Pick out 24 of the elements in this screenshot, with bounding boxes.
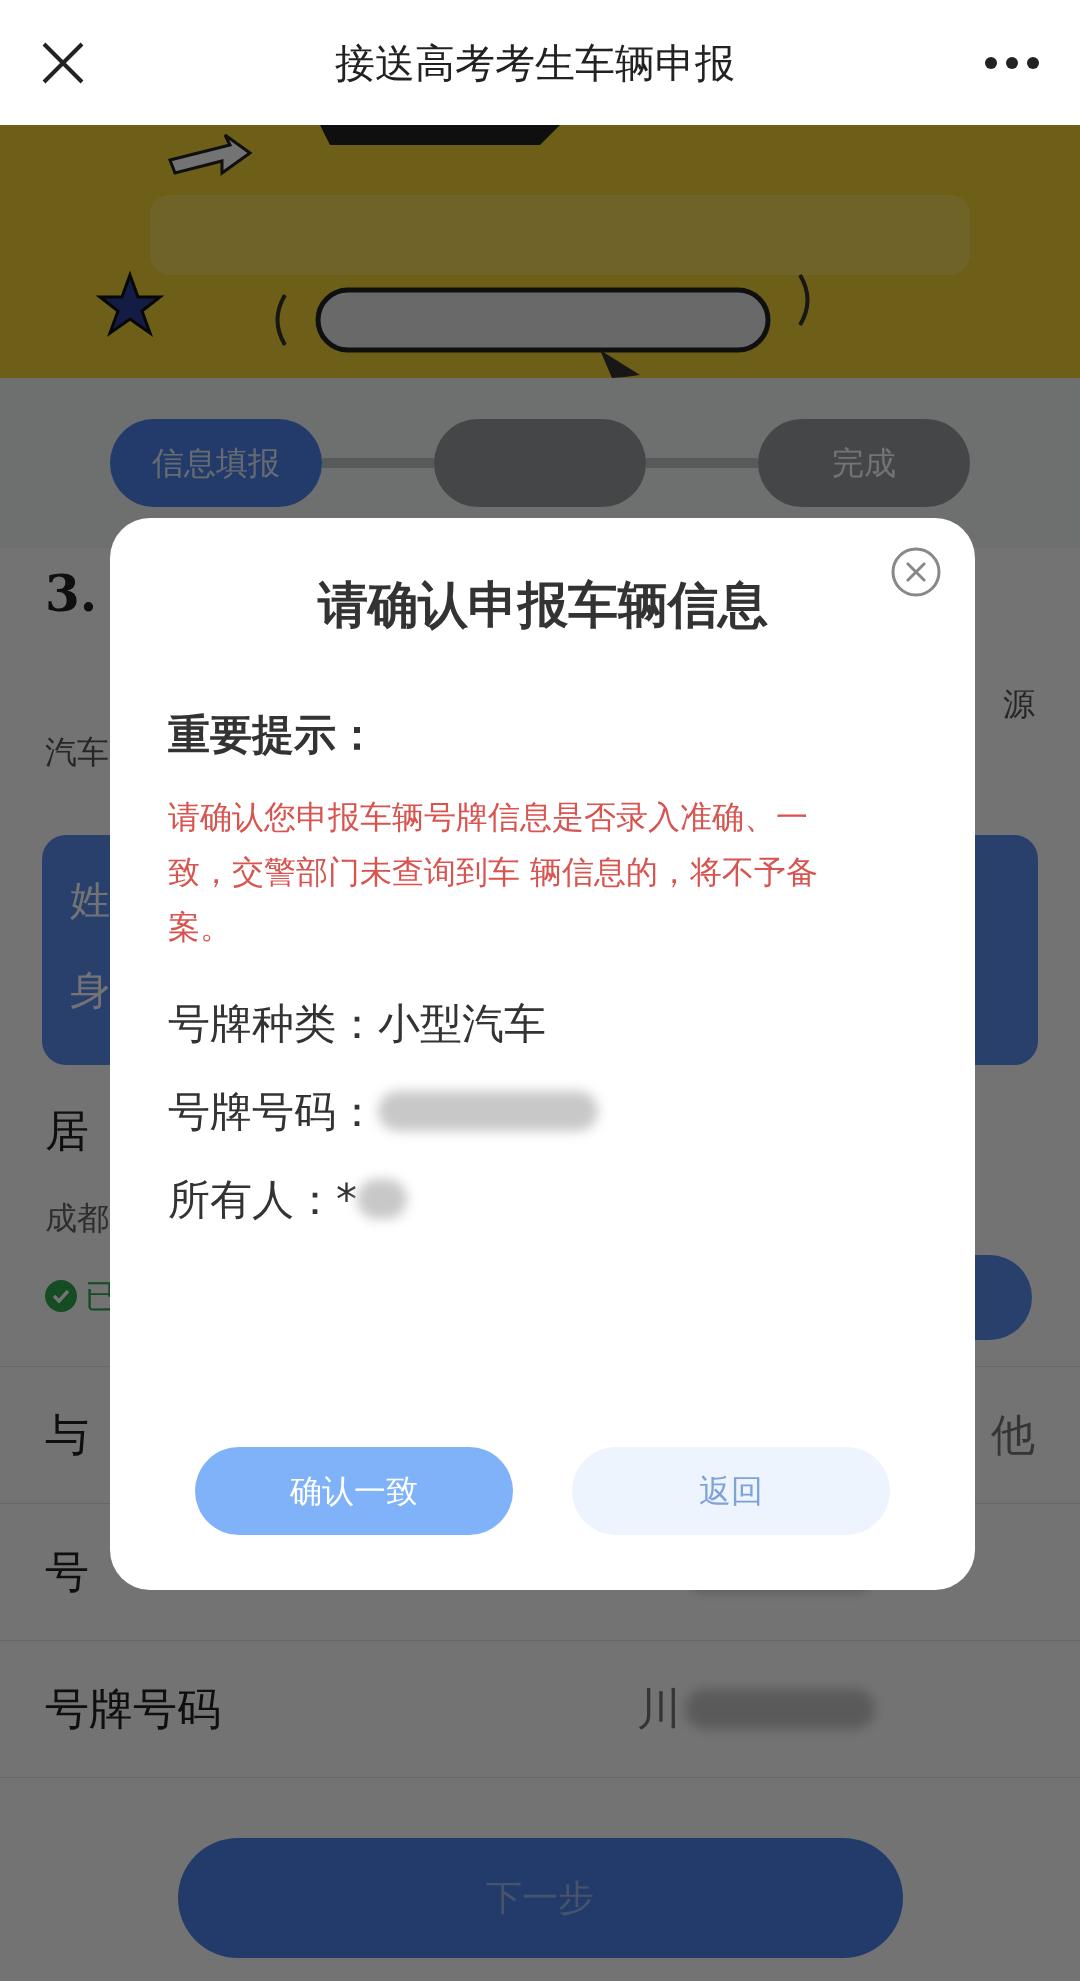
page-title: 接送高考考生车辆申报 [335,38,735,88]
card-text: 身 [70,966,110,1015]
confirm-button[interactable]: 确认一致 [195,1447,513,1535]
row-value: 川 [637,1682,681,1736]
field-label: 所有人： [168,1173,336,1226]
field-label: 居 [45,1104,89,1158]
field-value: 小型汽车 [378,997,546,1050]
notice-text: 请确认您申报车辆号牌信息是否录入准确、一致，交警部门未查询到车 辆信息的，将不予备案。 [168,797,820,948]
dialog-title: 请确认申报车辆信息 [317,575,768,636]
note-text: 汽车 [45,732,109,773]
row-label: 号牌号码 [45,1682,221,1736]
field-label: 号牌种类： [168,997,378,1050]
card-text: 姓 [70,876,110,925]
address-text: 成都 [45,1198,109,1239]
row-label: 号 [45,1545,89,1599]
field-label: 号牌号码： [168,1085,378,1138]
field-value: * [336,1173,357,1226]
row-value: 他 [991,1408,1035,1462]
step-tab[interactable]: 信息填报 [110,419,322,507]
row-label: 与 [45,1408,89,1462]
notice-heading: 重要提示： [168,709,379,761]
section-heading: 3. [45,562,98,625]
back-button[interactable]: 返回 [572,1447,890,1535]
note-text: 源 [1003,684,1035,725]
